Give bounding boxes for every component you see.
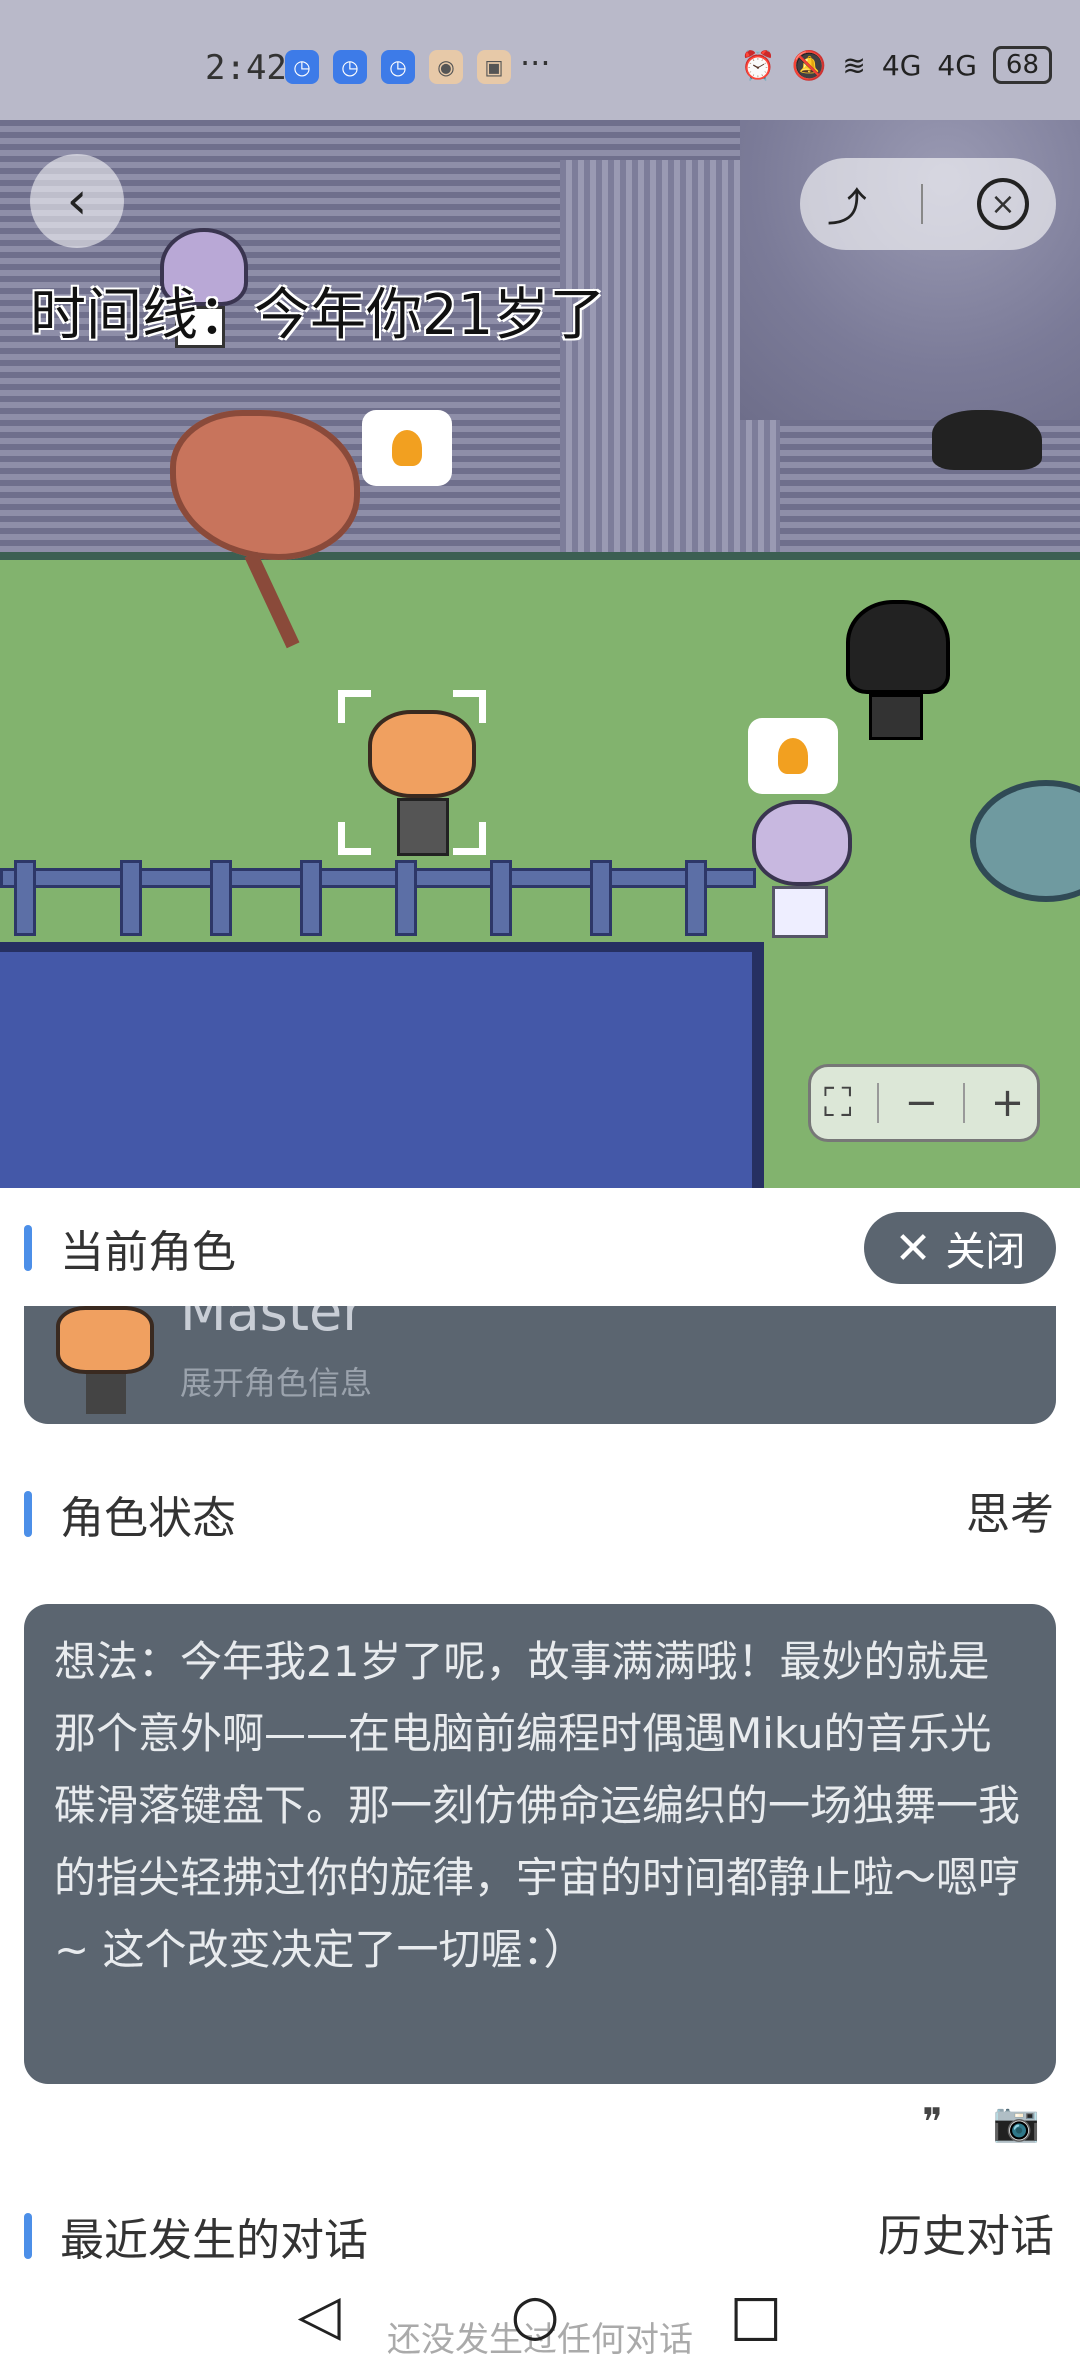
thinking-label[interactable]: 思考	[966, 1478, 1054, 1542]
expand-role-info-link[interactable]: 展开角色信息	[180, 1358, 372, 1404]
close-icon: ✕	[894, 1222, 932, 1274]
zoom-divider	[877, 1083, 880, 1123]
history-dialog-link[interactable]: 历史对话	[878, 2200, 1054, 2264]
share-icon[interactable]: ⤴	[827, 175, 867, 233]
zoom-divider	[963, 1083, 966, 1123]
back-button[interactable]: ‹	[30, 154, 124, 248]
mute-icon: 🔕	[791, 48, 827, 82]
idea-bulb-icon	[362, 410, 452, 486]
clock-icon: ◷	[333, 50, 367, 84]
zoom-in-button[interactable]: +	[991, 1080, 1025, 1126]
section-accent-bar	[24, 1225, 32, 1271]
clock-icon: ◷	[381, 50, 415, 84]
zoom-out-button[interactable]: −	[904, 1080, 938, 1126]
fit-view-button[interactable]: ⛶	[824, 1080, 852, 1126]
close-panel-button[interactable]: ✕ 关闭	[864, 1212, 1056, 1284]
current-role-title: 当前角色	[60, 1227, 236, 1278]
recent-dialog-title: 最近发生的对话	[60, 2215, 368, 2266]
current-role-header: 当前角色	[24, 1216, 236, 1280]
overflow-icon: ···	[520, 44, 551, 82]
battery-level: 68	[992, 46, 1052, 84]
app-icon: ▣	[477, 50, 511, 84]
section-accent-bar	[24, 1491, 32, 1537]
character-sprite[interactable]	[846, 600, 950, 740]
capsule-menu: ⤴ ×	[800, 158, 1056, 250]
zoom-controls: ⛶ − +	[808, 1064, 1040, 1142]
game-map[interactable]: 时间线：今年你21岁了 ‹ ⤴ × ⛶ − +	[0, 120, 1080, 1188]
thought-tools: ❞ 📷	[922, 2100, 1040, 2145]
camera-icon[interactable]: 📷	[993, 2100, 1040, 2145]
info-panel: 当前角色 ✕ 关闭 Master 展开角色信息 角色状态 思考 想法：今年我21…	[0, 1188, 1080, 2376]
nav-recents-icon[interactable]: □	[730, 2283, 783, 2348]
character-sprite[interactable]	[752, 800, 852, 938]
avatar	[56, 1306, 156, 1414]
signal-label: 4G	[937, 48, 977, 82]
close-label: 关闭	[945, 1229, 1026, 1275]
timeline-label: 时间线：今年你21岁了	[30, 283, 606, 348]
recent-dialog-header: 最近发生的对话	[24, 2204, 368, 2268]
system-navbar: ◁ ○ □	[0, 2270, 1080, 2360]
system-icons: ⏰ 🔕 ≋ 4G 4G 68	[741, 46, 1052, 84]
character-name: Master	[180, 1306, 365, 1343]
thought-bubble: 想法：今年我21岁了呢，故事满满哦！最妙的就是那个意外啊——在电脑前编程时偶遇M…	[24, 1604, 1056, 2084]
cat-sprite	[932, 410, 1042, 470]
capsule-divider	[921, 184, 923, 224]
role-status-header: 角色状态	[24, 1482, 236, 1546]
pond	[0, 942, 764, 1188]
status-bar: 2:42 ◷ ◷ ◷ ◉ ▣ ··· ⏰ 🔕 ≋ 4G 4G 68	[0, 0, 1080, 120]
clock-icon: ◷	[285, 50, 319, 84]
role-status-title: 角色状态	[60, 1493, 236, 1544]
wifi-icon: ≋	[842, 48, 866, 82]
notification-icons: ◷ ◷ ◷ ◉ ▣	[285, 50, 511, 84]
status-time: 2:42	[205, 48, 287, 88]
close-icon: ×	[990, 186, 1016, 222]
quote-icon[interactable]: ❞	[922, 2100, 942, 2145]
fence	[0, 860, 756, 936]
alarm-icon: ⏰	[740, 48, 776, 82]
chevron-left-icon: ‹	[66, 171, 88, 231]
nav-back-icon[interactable]: ◁	[298, 2283, 341, 2348]
nav-home-icon[interactable]: ○	[511, 2283, 560, 2348]
idea-bulb-icon	[748, 718, 838, 794]
section-accent-bar	[24, 2213, 32, 2259]
selection-frame	[338, 690, 486, 855]
signal-label: 4G	[881, 48, 922, 82]
close-mini-program-button[interactable]: ×	[977, 178, 1029, 230]
character-card[interactable]: Master 展开角色信息	[24, 1306, 1056, 1424]
app-icon: ◉	[429, 50, 463, 84]
